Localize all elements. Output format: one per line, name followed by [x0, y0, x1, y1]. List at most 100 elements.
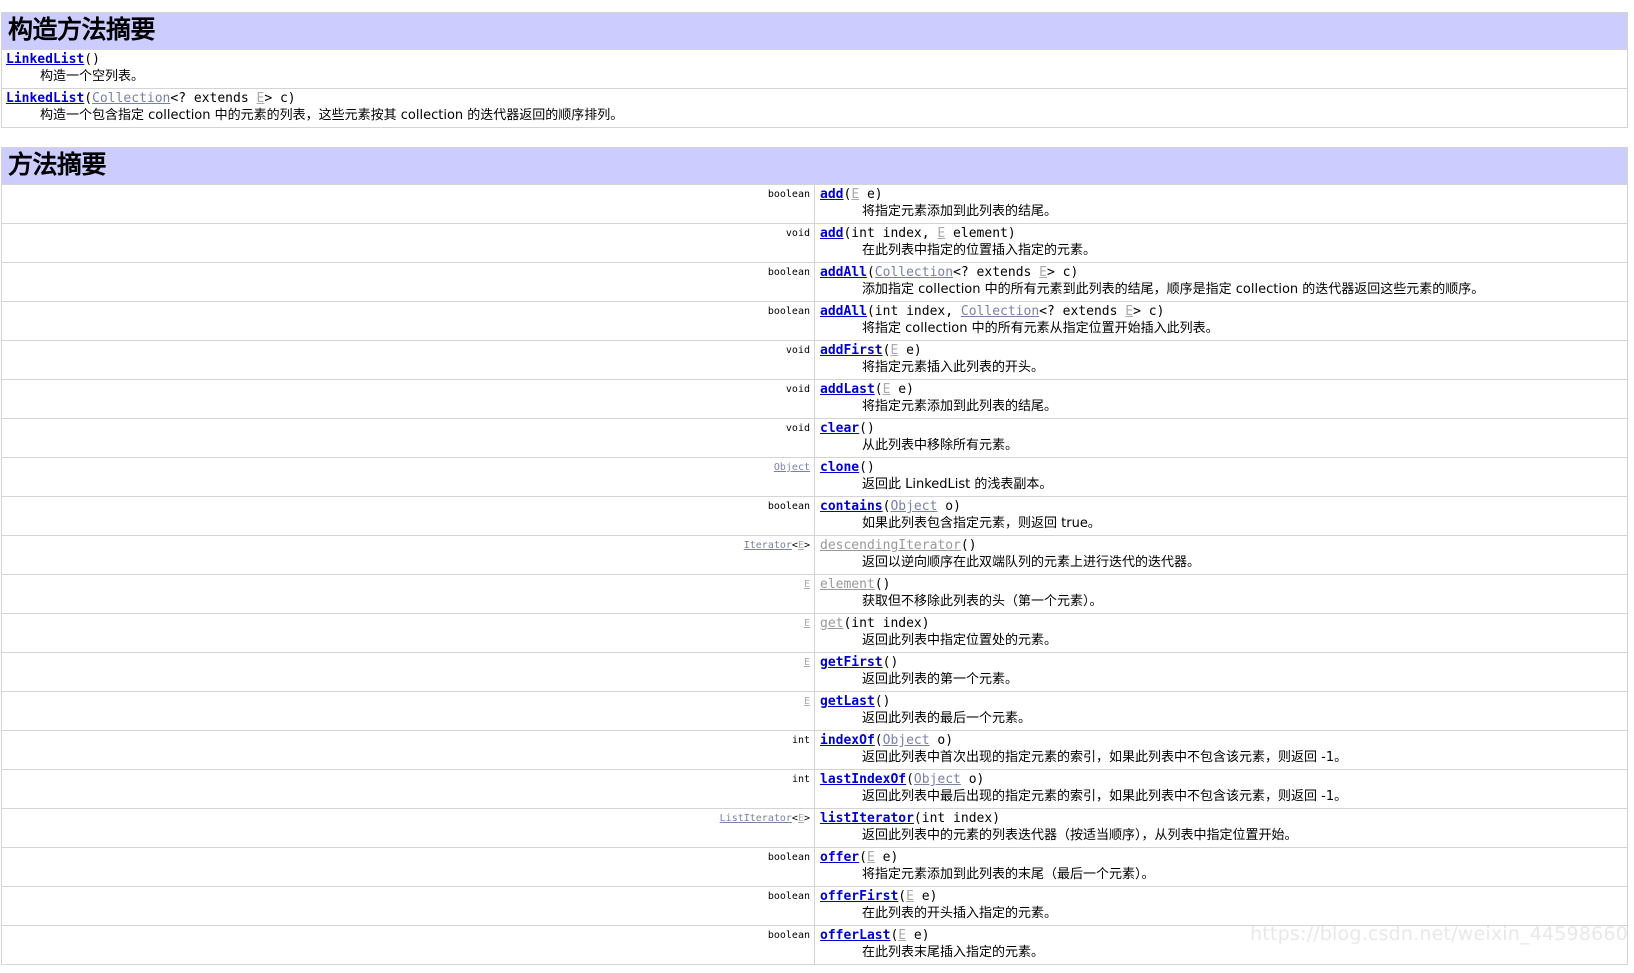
- token-lnk[interactable]: LinkedList: [6, 52, 84, 67]
- token-lnk[interactable]: contains: [820, 499, 883, 514]
- token-tok: (: [874, 733, 883, 748]
- method-description: 将指定元素添加到此列表的结尾。: [862, 204, 1058, 219]
- method-summary-header-cell: 方法摘要: [1, 147, 1628, 185]
- token-tok: (): [859, 460, 875, 475]
- token-lnk[interactable]: lastIndexOf: [820, 772, 906, 787]
- method-return-type: boolean: [1, 262, 815, 302]
- method-signature: element(): [820, 577, 1623, 593]
- method-detail-cell: element() 获取但不移除此列表的头（第一个元素）。: [814, 574, 1628, 614]
- token-lnk-plain[interactable]: Object: [774, 462, 810, 473]
- method-description: 将指定元素插入此列表的开头。: [862, 360, 1045, 375]
- token-lnk-v[interactable]: get: [820, 616, 843, 631]
- token-tok: (int index,: [843, 226, 938, 241]
- token-tok: int: [791, 735, 810, 746]
- token-tok: void: [785, 423, 810, 434]
- token-lnk-plain[interactable]: Collection: [875, 265, 953, 280]
- method-row: boolean offer(E e) 将指定元素添加到此列表的末尾（最后一个元素）。: [1, 847, 1628, 887]
- method-signature: listIterator(int index): [820, 811, 1623, 827]
- token-tparam: E: [803, 579, 810, 590]
- token-lnk[interactable]: getFirst: [820, 655, 883, 670]
- token-tok: > c): [264, 91, 296, 106]
- token-lnk[interactable]: getLast: [820, 694, 875, 709]
- token-lnk[interactable]: listIterator: [820, 811, 914, 826]
- constructor-summary-header-row: 构造方法摘要: [1, 12, 1628, 50]
- token-lnk[interactable]: clone: [820, 460, 859, 475]
- token-lnk[interactable]: add: [820, 187, 843, 202]
- method-row: boolean addAll(int index, Collection<? ex…: [1, 301, 1628, 341]
- token-lnk[interactable]: LinkedList: [6, 91, 84, 106]
- constructor-summary-body: 构造方法摘要: [1, 12, 1628, 50]
- method-description: 返回此列表中首次出现的指定元素的索引，如果此列表中不包含该元素，则返回 -1。: [862, 750, 1348, 765]
- token-tok: (: [866, 265, 875, 280]
- method-return-type: void: [1, 379, 815, 419]
- method-signature: get(int index): [820, 616, 1623, 632]
- token-lnk[interactable]: offer: [820, 850, 859, 865]
- token-tparam: E: [898, 928, 907, 943]
- token-tok: e): [913, 889, 938, 904]
- method-description: 在此列表中指定的位置插入指定的元素。: [862, 243, 1097, 258]
- method-detail-cell: offerFirst(E e) 在此列表的开头插入指定的元素。: [814, 886, 1628, 926]
- token-lnk[interactable]: offerFirst: [820, 889, 898, 904]
- token-lnk[interactable]: indexOf: [820, 733, 875, 748]
- token-tok: element): [945, 226, 1016, 241]
- token-tok: e): [898, 343, 922, 358]
- constructor-row: LinkedList() 构造一个空列表。: [1, 49, 1628, 89]
- method-return-type: void: [1, 340, 815, 380]
- token-tok: > c): [1133, 304, 1165, 319]
- method-return-type: E: [1, 652, 815, 692]
- method-description: 返回此列表中的元素的列表迭代器（按适当顺序），从列表中指定位置开始。: [862, 828, 1298, 843]
- method-row: ListIterator<E> listIterator(int index) 返回…: [1, 808, 1628, 848]
- method-row: void addFirst(E e) 将指定元素插入此列表的开头。: [1, 340, 1628, 380]
- token-lnk-plain[interactable]: Object: [883, 733, 930, 748]
- method-signature: addAll(int index, Collection<? extends E…: [820, 304, 1623, 320]
- token-tok: o): [937, 499, 961, 514]
- method-detail-cell: getFirst() 返回此列表的第一个元素。: [814, 652, 1628, 692]
- token-tok: e): [906, 928, 930, 943]
- token-lnk-v[interactable]: descendingIterator: [820, 538, 961, 553]
- token-lnk[interactable]: addFirst: [820, 343, 883, 358]
- top-spacer: [0, 0, 1634, 12]
- method-row: void add(int index, E element) 在此列表中指定的位置插…: [1, 223, 1628, 263]
- token-tok: (: [84, 91, 93, 106]
- token-tok: boolean: [767, 501, 810, 512]
- method-return-type: E: [1, 574, 815, 614]
- method-summary-body: 方法摘要: [1, 147, 1628, 185]
- token-tok: void: [785, 384, 810, 395]
- token-tok: <? extends: [170, 91, 257, 106]
- method-return-type: boolean: [1, 184, 815, 224]
- token-tok: (): [874, 694, 891, 709]
- token-lnk-plain[interactable]: Object: [914, 772, 961, 787]
- token-lnk-plain[interactable]: ListIterator: [720, 813, 792, 824]
- token-lnk[interactable]: clear: [820, 421, 859, 436]
- method-row: void addLast(E e) 将指定元素添加到此列表的结尾。: [1, 379, 1628, 419]
- token-lnk-plain[interactable]: Collection: [961, 304, 1039, 319]
- method-description: 在此列表的开头插入指定的元素。: [862, 906, 1058, 921]
- method-summary-header-row: 方法摘要: [1, 147, 1628, 185]
- token-tok: <? extends: [953, 265, 1040, 280]
- token-tok: o): [929, 733, 954, 748]
- method-summary-table: 方法摘要 boolean add(E e) 将指定元素添加到此列表的结尾。 void a…: [1, 147, 1628, 965]
- token-lnk[interactable]: addAll: [820, 265, 867, 280]
- token-lnk[interactable]: addAll: [820, 304, 867, 319]
- token-lnk-plain[interactable]: Collection: [92, 91, 170, 106]
- token-lnk-plain[interactable]: Object: [890, 499, 937, 514]
- token-tok: void: [785, 228, 810, 239]
- token-lnk-v[interactable]: element: [820, 577, 875, 592]
- method-return-type: int: [1, 769, 815, 809]
- token-lnk[interactable]: addLast: [820, 382, 875, 397]
- token-tok: boolean: [767, 267, 810, 278]
- token-lnk[interactable]: offerLast: [820, 928, 890, 943]
- method-signature: indexOf(Object o): [820, 733, 1623, 749]
- token-tok: (: [898, 889, 907, 904]
- constructor-signature: LinkedList(Collection<? extends E> c): [6, 91, 1623, 107]
- method-description: 获取但不移除此列表的头（第一个元素）。: [862, 594, 1103, 609]
- token-tok: (): [874, 577, 891, 592]
- method-detail-cell: listIterator(int index) 返回此列表中的元素的列表迭代器（按…: [814, 808, 1628, 848]
- method-description: 从此列表中移除所有元素。: [862, 438, 1019, 453]
- method-detail-cell: add(E e) 将指定元素添加到此列表的结尾。: [814, 184, 1628, 224]
- token-lnk-plain[interactable]: Iterator: [744, 540, 792, 551]
- method-return-type: Object: [1, 457, 815, 497]
- method-description: 添加指定 collection 中的所有元素到此列表的结尾，顺序是指定 coll…: [862, 282, 1485, 297]
- token-lnk[interactable]: add: [820, 226, 843, 241]
- token-tparam: E: [906, 889, 914, 904]
